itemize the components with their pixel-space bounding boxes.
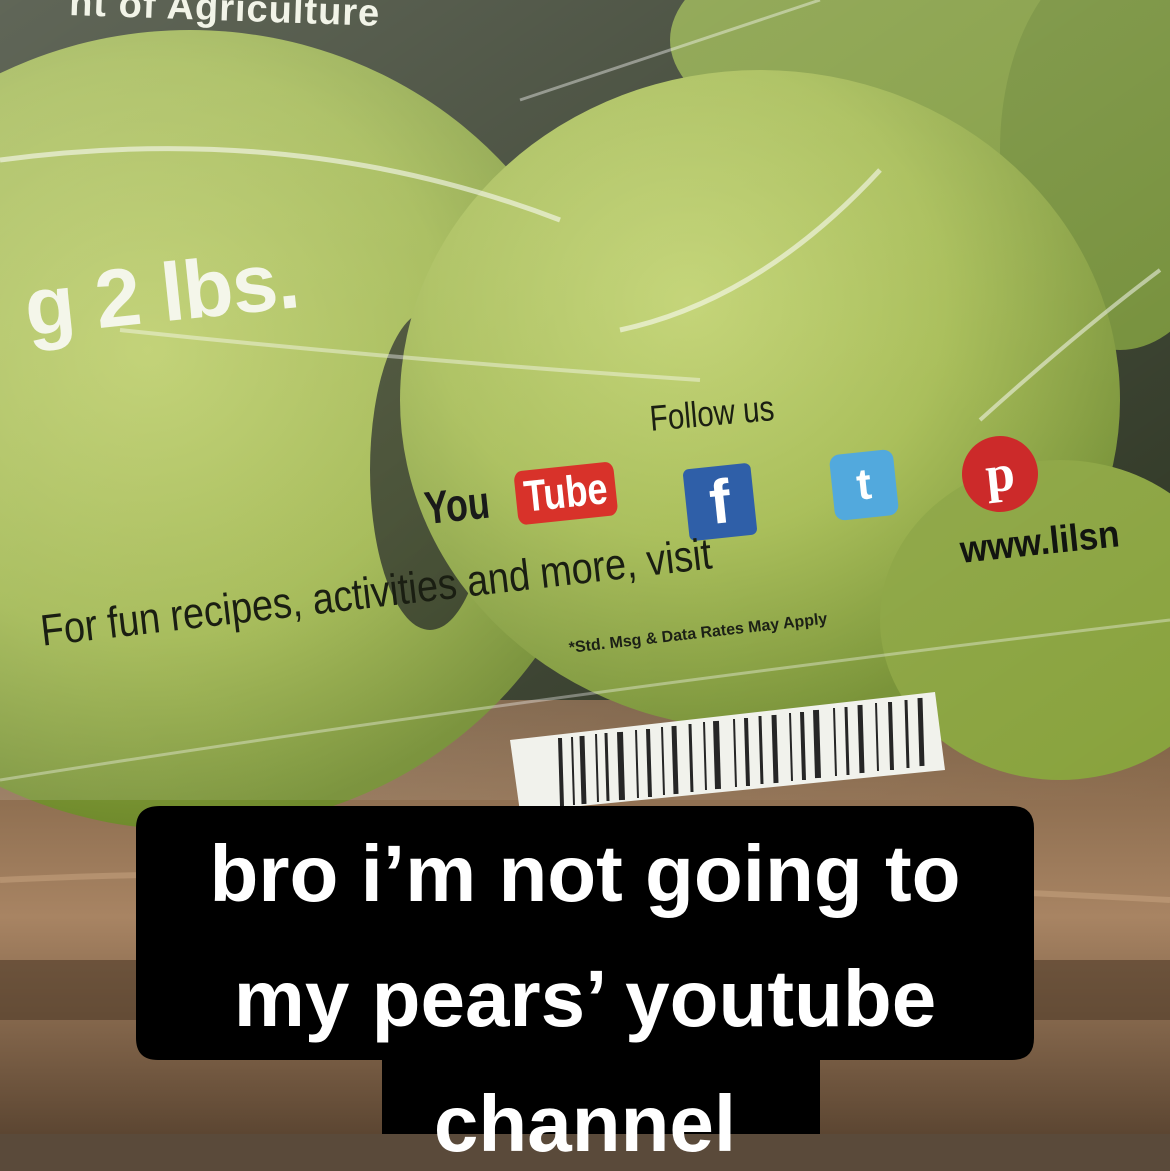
twitter-icon: t xyxy=(828,448,900,522)
photo-scene: nt of Agriculture g 2 lbs. Follow us You… xyxy=(0,0,1170,1134)
youtube-you-text: You xyxy=(421,475,493,535)
facebook-icon: f xyxy=(682,462,758,542)
youtube-tube-text: Tube xyxy=(513,461,619,526)
